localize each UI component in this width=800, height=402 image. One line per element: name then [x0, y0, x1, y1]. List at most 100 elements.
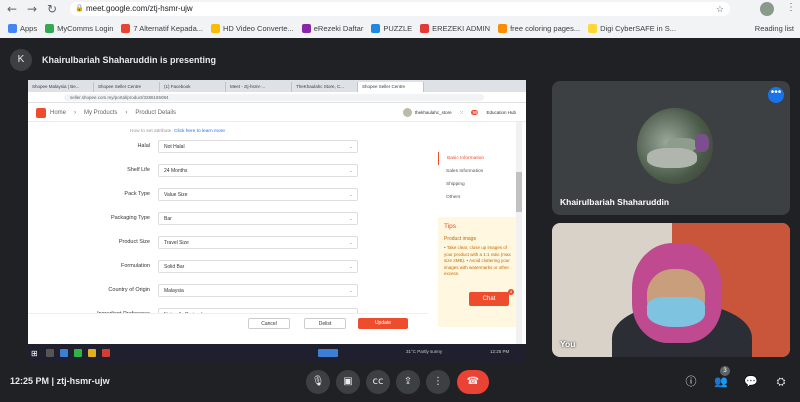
tips-title: Tips	[444, 223, 457, 230]
bookmark-label: MyComms Login	[57, 24, 114, 33]
bookmark-item[interactable]: Apps	[8, 24, 37, 33]
form-row: Shelf Life 24 Months ⌄	[58, 164, 418, 178]
bookmark-item[interactable]: free coloring pages...	[498, 24, 580, 33]
meet-control-bar: 12:25 PM | ztj-hsmr-ujw 🎙 ▣ cc ⇪ ⋮ ☎ ⓘ 👥…	[0, 363, 800, 402]
address-bar[interactable]: 🔒 meet.google.com/ztj-hsmr-ujw ☆	[70, 2, 730, 16]
bookmark-item[interactable]: HD Video Converte...	[211, 24, 294, 33]
form-select: Bar ⌄	[158, 212, 358, 225]
update-button: Update	[358, 318, 408, 329]
form-select-value: Bar	[164, 216, 172, 222]
microphone-icon[interactable]: 🎙	[306, 370, 330, 394]
forward-icon[interactable]: →	[24, 1, 40, 17]
shared-tab: TheKhaulahc Store, C...	[292, 82, 358, 92]
bookmark-item[interactable]: Digi CyberSAFE in S...	[588, 24, 676, 33]
form-label: Shelf Life	[127, 167, 150, 173]
chat-icon[interactable]: 💬	[742, 373, 760, 391]
chevron-down-icon: ⌄	[348, 216, 353, 222]
chevron-down-icon: ⌄	[348, 240, 353, 246]
windows-start-icon: ⊞	[31, 349, 38, 358]
breadcrumb-products: My Products	[84, 109, 118, 116]
form-row: Product Size Travel Size ⌄	[58, 236, 418, 250]
cancel-button: Cancel	[248, 318, 290, 329]
back-icon[interactable]: ←	[4, 1, 20, 17]
breadcrumb-sep-icon: ›	[125, 109, 128, 116]
bookmark-item[interactable]: PUZZLE	[371, 24, 412, 33]
bookmark-label: free coloring pages...	[510, 24, 581, 33]
bookmark-favicon-icon	[371, 24, 381, 33]
activities-icon[interactable]: ⛭	[772, 373, 790, 391]
browser-menu-icon[interactable]: ⋮	[786, 2, 796, 13]
education-hub-label: Education Hub	[486, 110, 516, 115]
taskbar-app-icon	[74, 349, 82, 357]
profile-avatar[interactable]	[760, 2, 774, 16]
captions-icon[interactable]: cc	[366, 370, 390, 394]
taskbar-app-icon	[318, 349, 338, 357]
browser-chrome: ← → ↻ 🔒 meet.google.com/ztj-hsmr-ujw ☆ ⋮…	[0, 0, 800, 38]
form-select-value: Malaysia	[164, 288, 184, 294]
chevron-down-icon: ⌄	[348, 168, 353, 174]
reading-list-label: Reading list	[754, 24, 794, 33]
more-vert-icon[interactable]: ⋮	[426, 370, 450, 394]
bookmark-favicon-icon	[121, 24, 131, 33]
section-nav-item: Basic Information	[438, 152, 516, 165]
seller-chat-button: Chat	[469, 292, 509, 306]
present-icon[interactable]: ⇪	[396, 370, 420, 394]
shared-tab-strip: Shopee Malaysia | Be... Shopee Seller Cen…	[28, 80, 526, 92]
presenting-banner: K Khairulbariah Shaharuddin is presentin…	[10, 46, 545, 74]
form-row: Country of Origin Malaysia ⌄	[58, 284, 418, 298]
seller-chat-label: Chat	[482, 296, 496, 302]
chevron-down-icon: ⌄	[348, 192, 353, 198]
attribute-tip: How to set attribute. Click here to lear…	[130, 129, 225, 134]
taskbar-app-icon	[60, 349, 68, 357]
shared-tab: (1) Facebook	[160, 82, 226, 92]
bookmark-label: 7 Alternatif Kepada...	[133, 24, 204, 33]
tile-more-options-icon[interactable]: •••	[768, 87, 784, 103]
taskbar-time: 12:25 PM	[490, 349, 510, 354]
people-icon[interactable]: 👥	[712, 373, 730, 391]
form-select-value: Solid Bar	[164, 264, 185, 270]
reading-list[interactable]: Reading list	[755, 19, 794, 38]
form-select: Not Halal ⌄	[158, 140, 358, 153]
bookmark-item[interactable]: 7 Alternatif Kepada...	[121, 24, 203, 33]
participant-tile-presenter[interactable]: ••• Khairulbariah Shaharuddin	[552, 81, 790, 215]
meeting-code: ztj-hsmr-ujw	[56, 376, 110, 386]
bookmark-label: PUZZLE	[383, 24, 413, 33]
bookmark-label: Apps	[20, 24, 38, 33]
seller-header: Home › My Products › Product Details the…	[28, 104, 526, 122]
info-icon[interactable]: ⓘ	[682, 373, 700, 391]
lock-icon: 🔒	[75, 5, 84, 12]
avatar-photo-shape	[647, 148, 697, 168]
bookmark-star-icon[interactable]: ☆	[716, 2, 724, 16]
breadcrumb-current: Product Details	[135, 109, 177, 116]
taskbar-search-icon	[46, 349, 54, 357]
participant-name: You	[560, 339, 576, 349]
bookmark-item[interactable]: eRezeki Daftar	[301, 24, 364, 33]
form-label: Pack Type	[124, 191, 150, 197]
form-row: Formulation Solid Bar ⌄	[58, 260, 418, 274]
bookmark-favicon-icon	[211, 24, 221, 33]
reload-icon[interactable]: ↻	[44, 1, 60, 17]
address-text: meet.google.com/ztj-hsmr-ujw	[86, 4, 193, 13]
bookmark-favicon-icon	[588, 24, 598, 33]
shared-tab: Shopee Seller Centre	[94, 82, 160, 92]
tips-panel: Tips Product image • Take clear, close u…	[438, 217, 520, 327]
chevron-down-icon: ⌄	[348, 144, 353, 150]
bookmark-label: eRezeki Daftar	[313, 24, 364, 33]
participant-name: Khairulbariah Shaharuddin	[560, 197, 670, 207]
form-label: Country of Origin	[108, 287, 150, 293]
bookmark-item[interactable]: MyComms Login	[45, 24, 113, 33]
browser-nav-row: ← → ↻ 🔒 meet.google.com/ztj-hsmr-ujw ☆ ⋮	[0, 0, 800, 18]
section-nav: Basic Information Sales Information Shippi…	[438, 152, 516, 212]
participant-tile-self[interactable]: You	[552, 223, 790, 357]
form-select-value: Travel Size	[164, 240, 189, 246]
shared-tab: Meet - ztj-hsmr-...	[226, 82, 292, 92]
seller-chat-badge: 4	[508, 289, 514, 295]
taskbar-app-icon	[88, 349, 96, 357]
form-label: Product Size	[118, 239, 150, 245]
presenter-avatar-icon: K	[10, 49, 32, 71]
meeting-time: 12:25 PM	[10, 376, 50, 386]
camera-icon[interactable]: ▣	[336, 370, 360, 394]
bookmark-item[interactable]: EREZEKI ADMIN	[420, 24, 490, 33]
form-row: Pack Type Value Size ⌄	[58, 188, 418, 202]
end-call-icon[interactable]: ☎	[457, 370, 489, 394]
